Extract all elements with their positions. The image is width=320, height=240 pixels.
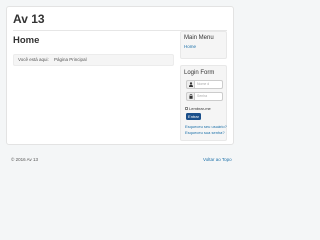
remember-me-checkbox[interactable]: [185, 107, 188, 110]
menu-item-home[interactable]: Home: [184, 44, 196, 50]
username-input[interactable]: Nome d: [194, 80, 223, 89]
breadcrumb-current: Página Principal: [54, 57, 87, 62]
lock-icon-glyph: [188, 94, 193, 99]
lock-icon: [186, 92, 194, 101]
user-icon: [186, 80, 194, 89]
login-form-heading: Login Form: [184, 70, 215, 76]
forgot-password-link[interactable]: Esqueceu sua senha?: [185, 130, 225, 135]
page-heading: Home: [13, 35, 40, 46]
password-input[interactable]: Senha: [194, 92, 223, 101]
login-form-panel: Login Form Nome d Senha Lembrar-me Entra…: [180, 65, 227, 141]
username-input-group: Nome d: [186, 80, 223, 89]
footer-copyright: © 2016 Av 13: [11, 157, 39, 162]
page-card: Av 13 Home Você está aqui: Página Princi…: [6, 6, 234, 145]
main-menu-heading: Main Menu: [184, 35, 214, 41]
site-title[interactable]: Av 13: [13, 12, 45, 26]
breadcrumb-prefix: Você está aqui:: [18, 57, 49, 62]
user-icon-glyph: [188, 82, 193, 87]
main-menu-panel: Main Menu Home: [180, 31, 227, 59]
forgot-username-link[interactable]: Esqueceu seu usuário?: [185, 124, 227, 129]
breadcrumb-separator: [51, 57, 52, 62]
breadcrumb: Você está aqui: Página Principal: [13, 54, 174, 66]
remember-me-row: Lembrar-me: [185, 106, 211, 111]
remember-me-label[interactable]: Lembrar-me: [189, 106, 211, 111]
login-submit-button[interactable]: Entrar: [186, 113, 201, 120]
password-input-group: Senha: [186, 92, 223, 101]
back-to-top-link[interactable]: Voltar ao Topo: [203, 157, 232, 163]
